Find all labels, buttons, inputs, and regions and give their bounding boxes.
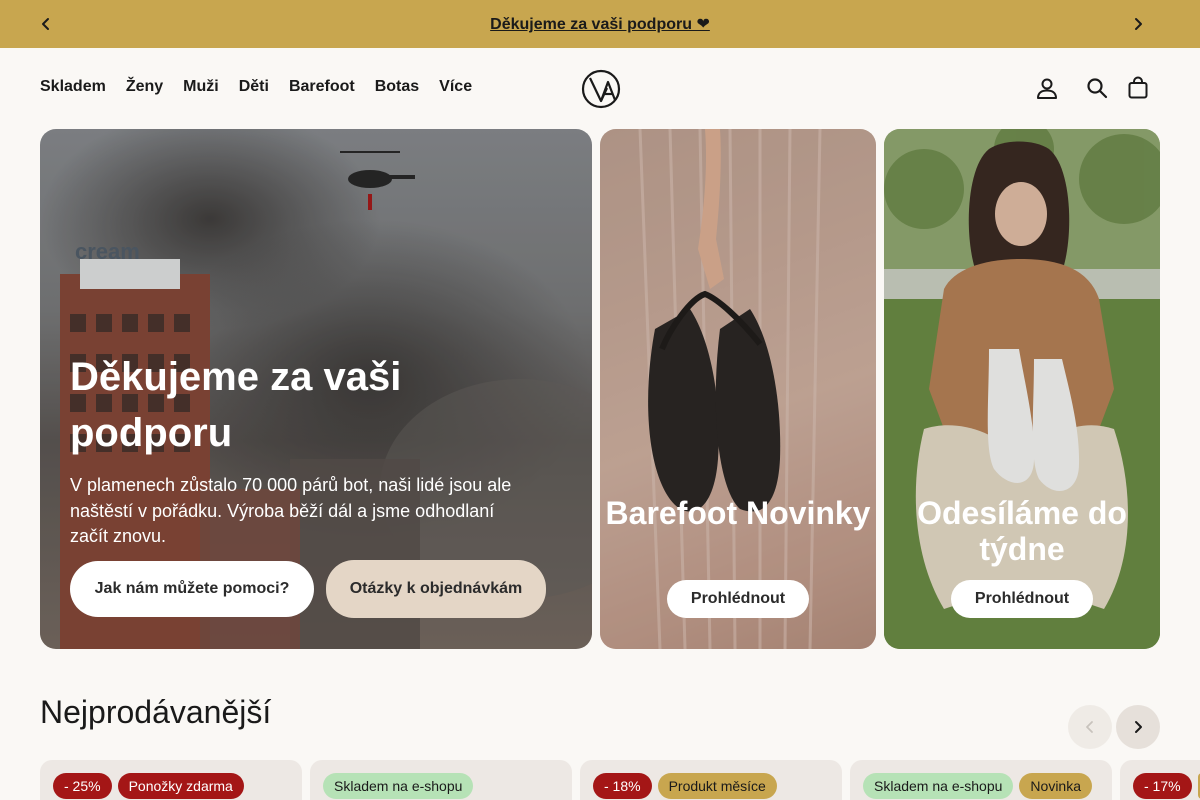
gift-badge: Ponožky zdarma — [117, 773, 244, 799]
carousel-prev-button[interactable] — [1068, 705, 1112, 749]
nav-item-deti[interactable]: Děti — [239, 78, 269, 96]
product-card[interactable]: Skladem na e-shopu — [310, 760, 572, 800]
browse-button-barefoot[interactable]: Prohlédnout — [667, 580, 809, 618]
hero-subtitle: V plamenech zůstalo 70 000 párů bot, naš… — [70, 475, 512, 546]
announcement-bar: Děkujeme za vaši podporu ❤ — [0, 0, 1200, 48]
nav-item-muzi[interactable]: Muži — [183, 78, 219, 96]
chevron-right-icon[interactable] — [1126, 12, 1150, 36]
chevron-left-icon — [1086, 721, 1093, 733]
product-card[interactable]: - 25% Ponožky zdarma — [40, 760, 302, 800]
discount-badge: - 25% — [53, 773, 112, 799]
discount-badge: - 17% — [1133, 773, 1192, 799]
sandals-image — [600, 129, 876, 649]
announcement-link[interactable]: Děkujeme za vaši podporu ❤ — [490, 14, 710, 34]
building-sign: cream — [75, 239, 140, 264]
stock-badge: Skladem na e-shopu — [323, 773, 474, 799]
product-of-month-badge: Produkt měsíce — [657, 773, 777, 799]
card-title-barefoot: Barefoot Novinky — [605, 495, 871, 531]
browse-button-shipping[interactable]: Prohlédnout — [951, 580, 1093, 618]
nav-item-barefoot[interactable]: Barefoot — [289, 78, 355, 96]
user-icon[interactable] — [1035, 76, 1059, 100]
help-button[interactable]: Jak nám můžete pomoci? — [70, 561, 314, 617]
chevron-left-icon[interactable] — [34, 12, 58, 36]
promo-card-barefoot[interactable]: Barefoot Novinky Prohlédnout — [600, 129, 876, 649]
nav-item-skladem[interactable]: Skladem — [40, 78, 106, 96]
product-card[interactable]: - 18% Produkt měsíce — [580, 760, 842, 800]
discount-badge: - 18% — [593, 773, 652, 799]
new-badge: Novinka — [1019, 773, 1093, 799]
section-title: Nejprodávanější — [40, 694, 272, 730]
main-nav: Skladem Ženy Muži Děti Barefoot Botas Ví… — [40, 78, 472, 96]
bag-icon[interactable] — [1126, 76, 1150, 100]
order-questions-button[interactable]: Otázky k objednávkám — [326, 560, 546, 618]
card-title-shipping: Odesíláme do týdne — [917, 495, 1127, 567]
nav-item-vice[interactable]: Více — [439, 78, 472, 96]
carousel-next-button[interactable] — [1116, 705, 1160, 749]
product-card[interactable]: Skladem na e-shopu Novinka — [850, 760, 1112, 800]
brand-logo[interactable] — [580, 68, 622, 110]
woman-sneakers-image — [884, 129, 1160, 649]
stock-badge: Skladem na e-shopu — [863, 773, 1014, 799]
hero-banner: cream Děkujeme za vaši podporu V plamene… — [40, 129, 592, 649]
search-icon[interactable] — [1085, 76, 1109, 100]
chevron-right-icon — [1135, 721, 1142, 733]
site-header: Skladem Ženy Muži Děti Barefoot Botas Ví… — [0, 48, 1200, 128]
hero-title: Děkujeme za vaši podporu — [70, 355, 402, 455]
nav-item-zeny[interactable]: Ženy — [126, 78, 163, 96]
product-card[interactable]: - 17% — [1120, 760, 1200, 800]
nav-item-botas[interactable]: Botas — [375, 78, 419, 96]
promo-card-shipping[interactable]: Odesíláme do týdne Prohlédnout — [884, 129, 1160, 649]
